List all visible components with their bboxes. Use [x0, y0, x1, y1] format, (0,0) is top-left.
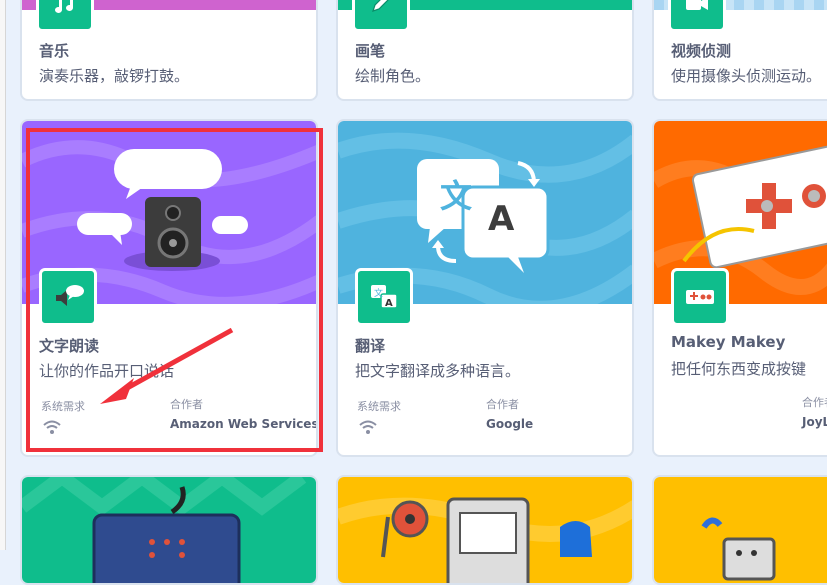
extension-card-microbit[interactable]: [20, 475, 318, 585]
translate-hero-glyph-a: A: [488, 199, 515, 239]
requirements-label: 系统需求: [357, 400, 401, 413]
extension-card-pen[interactable]: 画笔 绘制角色。: [336, 0, 634, 101]
pen-icon: [352, 0, 410, 32]
svg-text:A: A: [385, 298, 393, 309]
card-description: 让你的作品开口说话: [39, 362, 175, 380]
extension-card-music[interactable]: 音乐 演奏乐器，敲锣打鼓。: [20, 0, 318, 101]
collaborator-label: 合作者: [802, 396, 827, 409]
collaborator-name: Amazon Web Services: [170, 417, 318, 431]
card-description: 把任何东西变成按键: [671, 360, 807, 378]
collaborator-label: 合作者: [486, 398, 519, 411]
collaborator-name: Google: [486, 417, 534, 431]
card-description: 绘制角色。: [355, 67, 431, 85]
card-title: 文字朗读: [39, 337, 100, 355]
translate-icon: 文A: [355, 268, 413, 326]
video-camera-icon: [668, 0, 726, 32]
svg-text:文: 文: [374, 287, 383, 299]
extension-card-text-to-speech[interactable]: 文字朗读 让你的作品开口说话 系统需求 合作者 Amazon Web Servi…: [20, 119, 318, 457]
card-title: 视频侦测: [671, 42, 732, 60]
card-description: 把文字翻译成多种语言。: [355, 362, 521, 380]
card-title: 画笔: [355, 42, 386, 60]
extension-card-partial[interactable]: [652, 475, 827, 585]
wifi-icon: [43, 420, 61, 434]
card-title: 音乐: [39, 42, 70, 60]
card-title: 翻译: [355, 337, 386, 355]
speaker-speech-icon: [39, 268, 97, 326]
translate-hero-glyph-zh: 文: [440, 177, 473, 215]
card-description: 使用摄像头侦测运动。: [671, 67, 822, 85]
microbit-hero: [22, 477, 316, 583]
extension-card-translate[interactable]: 文 A 文A 翻译 把文字翻译成多种语言。 系统需求 合作者 Google: [336, 119, 634, 457]
extension-card-video[interactable]: 视频侦测 使用摄像头侦测运动。: [652, 0, 827, 101]
extension-card-lego[interactable]: [336, 475, 634, 585]
extension-card-makey-makey[interactable]: Makey Makey 把任何东西变成按键 合作者 JoyLabz: [652, 119, 827, 457]
collaborator-name: JoyLabz: [802, 415, 827, 429]
makey-makey-icon: [671, 268, 729, 326]
collaborator-label: 合作者: [170, 398, 203, 411]
wifi-icon: [359, 420, 377, 434]
card-title: Makey Makey: [671, 333, 786, 351]
requirements-label: 系统需求: [41, 400, 85, 413]
card-description: 演奏乐器，敲锣打鼓。: [39, 67, 190, 85]
music-notes-icon: [36, 0, 94, 32]
window-left-edge: [0, 0, 6, 550]
partial-hero: [654, 477, 827, 583]
lego-hero: [338, 477, 632, 583]
